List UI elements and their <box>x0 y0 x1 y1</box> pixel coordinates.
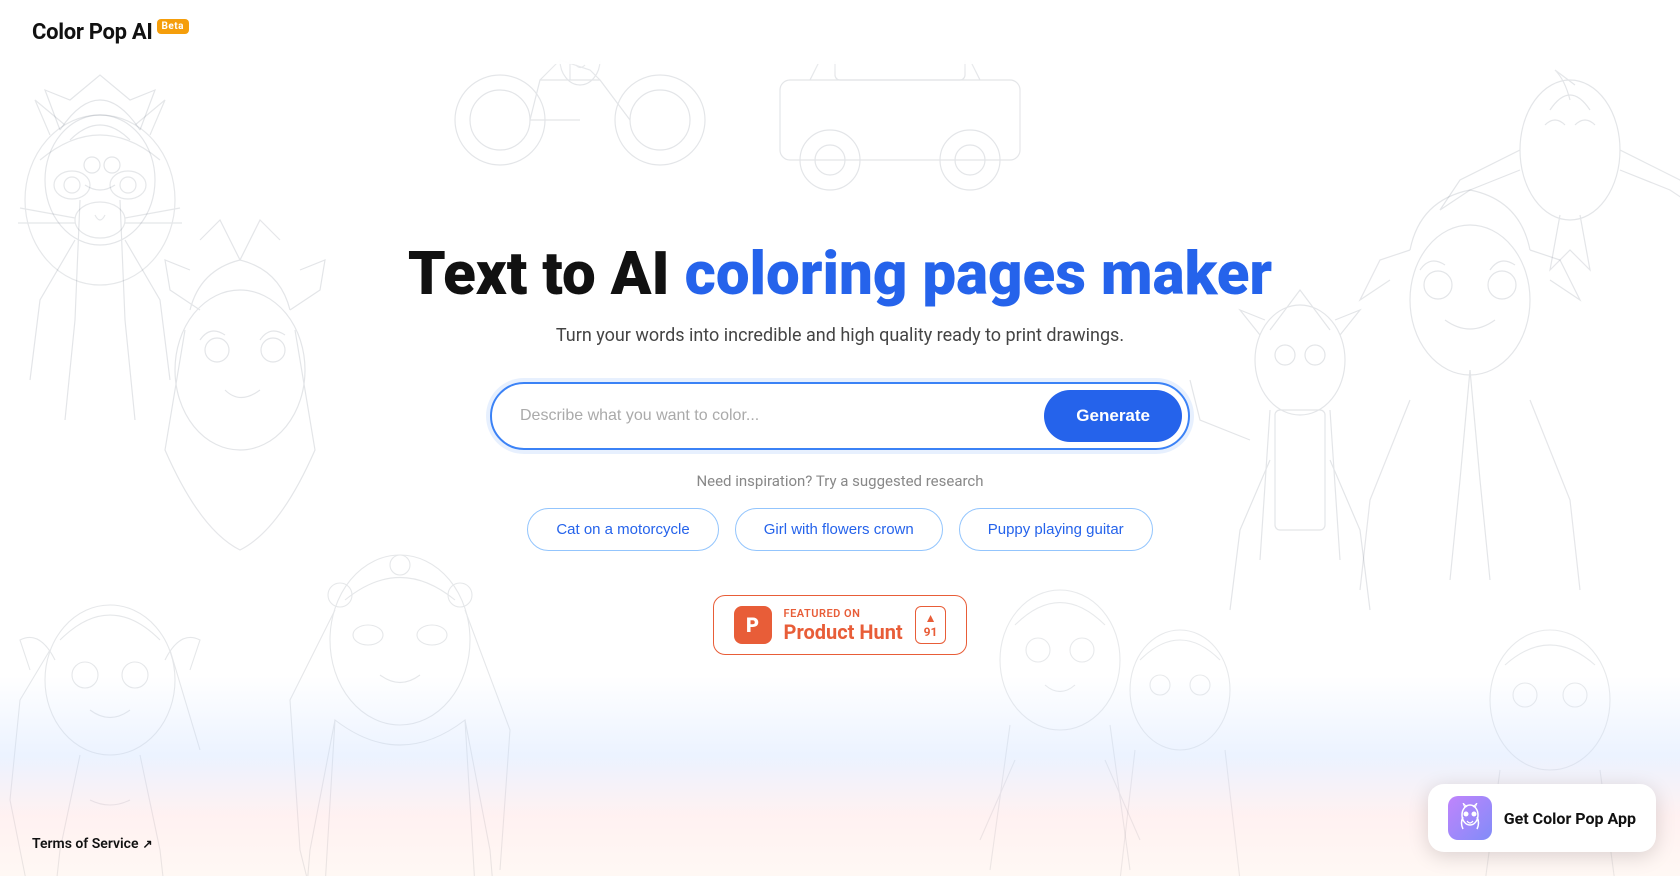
ph-votes: ▲ 91 <box>915 606 947 644</box>
hero-headline: Text to AI coloring pages maker <box>408 241 1272 307</box>
headline-part1: Text to AI <box>408 238 685 309</box>
ph-logo: P <box>734 606 772 644</box>
suggestion-pill-3[interactable]: Puppy playing guitar <box>959 508 1153 551</box>
ph-info: FEATURED ON Product Hunt <box>784 607 903 644</box>
inspiration-text: Need inspiration? Try a suggested resear… <box>696 472 983 490</box>
suggestion-pill-1[interactable]: Cat on a motorcycle <box>527 508 718 551</box>
header: Color Pop AI Beta <box>0 0 1680 64</box>
headline-part2: coloring pages maker <box>685 238 1273 309</box>
ph-featured-on: FEATURED ON <box>784 607 903 620</box>
generate-button[interactable]: Generate <box>1044 390 1182 442</box>
search-container: Generate <box>490 382 1190 450</box>
suggestion-pill-2[interactable]: Girl with flowers crown <box>735 508 943 551</box>
beta-badge: Beta <box>157 19 190 34</box>
product-hunt-badge[interactable]: P FEATURED ON Product Hunt ▲ 91 <box>713 595 968 655</box>
terms-link[interactable]: Terms of Service ↗ <box>32 836 153 852</box>
logo-area: Color Pop AI Beta <box>32 20 189 45</box>
terms-label: Terms of Service <box>32 836 138 852</box>
ph-name: Product Hunt <box>784 620 903 644</box>
ph-vote-count: 91 <box>924 625 938 639</box>
get-app-label: Get Color Pop App <box>1504 809 1636 828</box>
external-link-icon: ↗ <box>142 837 152 851</box>
suggestions-row: Cat on a motorcycle Girl with flowers cr… <box>527 508 1152 551</box>
hero-subheadline: Turn your words into incredible and high… <box>556 325 1124 346</box>
main-content: Text to AI coloring pages maker Turn you… <box>0 0 1680 876</box>
ph-arrow: ▲ <box>925 611 937 625</box>
get-app-button[interactable]: Get Color Pop App <box>1428 784 1656 852</box>
app-avatar <box>1448 796 1492 840</box>
logo-text: Color Pop AI <box>32 20 153 45</box>
